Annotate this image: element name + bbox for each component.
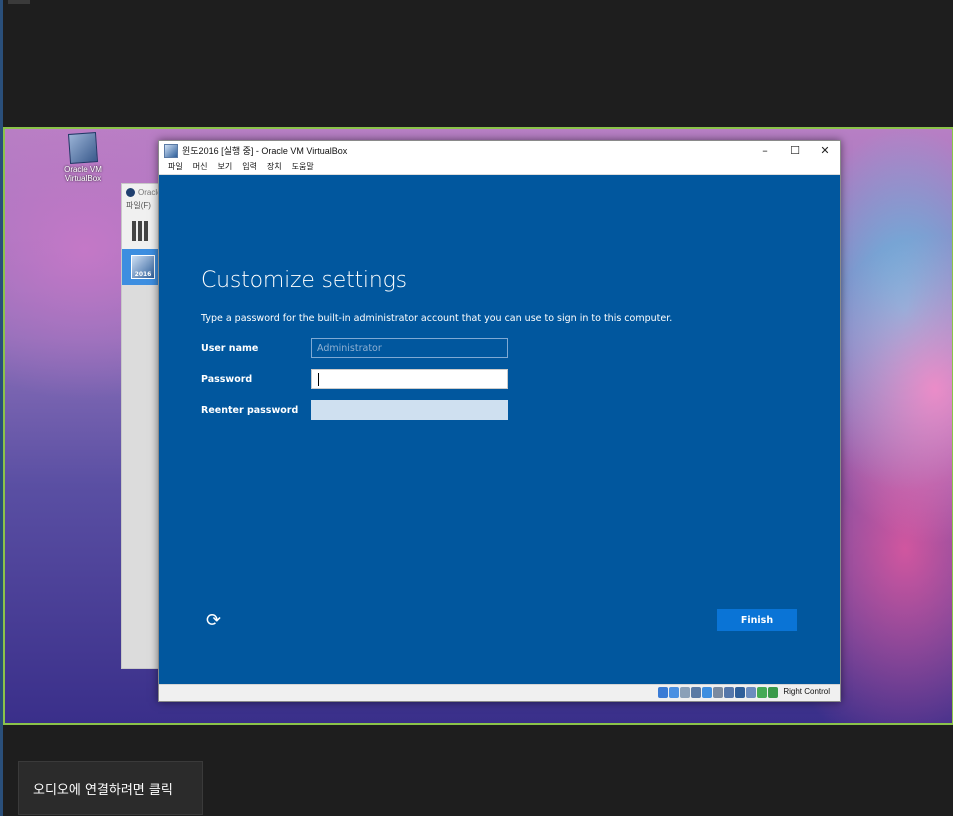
username-field[interactable] <box>311 338 508 358</box>
username-label: User name <box>201 343 259 354</box>
desktop-icon-label: Oracle VM VirtualBox <box>64 165 102 183</box>
status-icons <box>658 687 778 698</box>
tools-icon-part <box>144 221 148 241</box>
shared-screen: Oracle VM VirtualBox Oracle 파일(F) 2016 윈… <box>3 127 953 725</box>
host-key-label: Right Control <box>783 687 830 696</box>
status-device-icon[interactable] <box>702 687 712 698</box>
status-device-icon[interactable] <box>680 687 690 698</box>
ease-of-access-icon[interactable]: ⟳ <box>206 611 230 631</box>
vm-window-title: 윈도2016 [실행 중] - Oracle VM VirtualBox <box>182 146 348 156</box>
reenter-password-label: Reenter password <box>201 405 299 416</box>
maximize-button[interactable]: ☐ <box>780 141 810 160</box>
vm-app-icon <box>164 143 178 158</box>
close-button[interactable]: ✕ <box>810 141 840 160</box>
menu-view[interactable]: 보기 <box>212 160 237 174</box>
page-description: Type a password for the built-in adminis… <box>201 313 673 324</box>
tools-icon-part <box>138 221 142 241</box>
status-device-icon[interactable] <box>713 687 723 698</box>
status-device-icon[interactable] <box>658 687 668 698</box>
menu-input[interactable]: 입력 <box>237 160 262 174</box>
vm-menubar: 파일 머신 보기 입력 장치 도움말 <box>159 160 840 175</box>
desktop-icon-virtualbox[interactable]: Oracle VM VirtualBox <box>57 132 109 183</box>
password-field[interactable] <box>311 369 508 389</box>
status-device-icon[interactable] <box>691 687 701 698</box>
status-device-icon[interactable] <box>669 687 679 698</box>
status-device-icon[interactable] <box>768 687 778 698</box>
reenter-password-field[interactable] <box>311 400 508 420</box>
vm-badge: 2016 <box>134 271 152 278</box>
menu-devices[interactable]: 장치 <box>262 160 287 174</box>
finish-button[interactable]: Finish <box>717 609 797 631</box>
status-device-icon[interactable] <box>746 687 756 698</box>
virtualbox-logo-icon <box>126 187 135 197</box>
page-title: Customize settings <box>201 268 407 293</box>
vm-statusbar: Right Control <box>159 684 840 701</box>
guest-screen: Customize settings Type a password for t… <box>159 175 840 685</box>
vm-os-icon: 2016 <box>131 255 155 279</box>
tools-icon <box>132 221 136 241</box>
status-device-icon[interactable] <box>724 687 734 698</box>
password-label: Password <box>201 374 253 385</box>
minimize-button[interactable]: – <box>750 141 780 160</box>
top-corner-tab <box>8 0 30 4</box>
menu-file[interactable]: 파일 <box>163 160 188 174</box>
status-device-icon[interactable] <box>735 687 745 698</box>
connect-audio-button[interactable]: 오디오에 연결하려면 클릭 <box>18 761 203 815</box>
vm-titlebar[interactable]: 윈도2016 [실행 중] - Oracle VM VirtualBox – ☐… <box>159 141 840 160</box>
menu-help[interactable]: 도움말 <box>287 160 319 174</box>
status-device-icon[interactable] <box>757 687 767 698</box>
vm-window: 윈도2016 [실행 중] - Oracle VM VirtualBox – ☐… <box>158 140 841 702</box>
menu-machine[interactable]: 머신 <box>188 160 213 174</box>
virtualbox-icon <box>67 132 99 164</box>
window-controls: – ☐ ✕ <box>750 141 840 160</box>
text-caret <box>318 373 319 386</box>
